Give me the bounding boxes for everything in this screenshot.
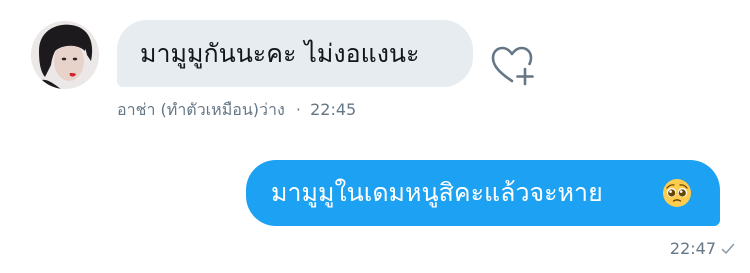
incoming-message-bubble[interactable]: มามูมูกันนะคะ ไม่งอแงนะ bbox=[117, 20, 473, 87]
incoming-message-meta: อาช่า (ทำตัวเหมือน)ว่าง · 22:45 bbox=[117, 99, 356, 121]
heart-plus-icon[interactable] bbox=[490, 46, 534, 86]
incoming-timestamp: 22:45 bbox=[310, 100, 357, 119]
outgoing-message-meta: 22:47 bbox=[670, 238, 716, 260]
meta-separator: · bbox=[295, 100, 301, 119]
sender-avatar[interactable] bbox=[31, 21, 99, 89]
avatar-photo-icon bbox=[31, 21, 99, 89]
outgoing-message-bubble[interactable]: มามูมูในเดมหนูสิคะแล้วจะหาย bbox=[246, 160, 720, 226]
sent-check-icon bbox=[721, 243, 735, 254]
dm-conversation: มามูมูกันนะคะ ไม่งอแงนะ อาช่า (ทำตัวเหมื… bbox=[0, 0, 750, 273]
sender-name[interactable]: อาช่า (ทำตัวเหมือน)ว่าง bbox=[117, 100, 285, 119]
incoming-message-text: มามูมูกันนะคะ ไม่งอแงนะ bbox=[140, 39, 420, 68]
outgoing-message-text: มามูมูในเดมหนูสิคะแล้วจะหาย bbox=[271, 178, 603, 207]
outgoing-timestamp: 22:47 bbox=[669, 239, 716, 258]
pleading-face-emoji-icon bbox=[663, 179, 691, 207]
